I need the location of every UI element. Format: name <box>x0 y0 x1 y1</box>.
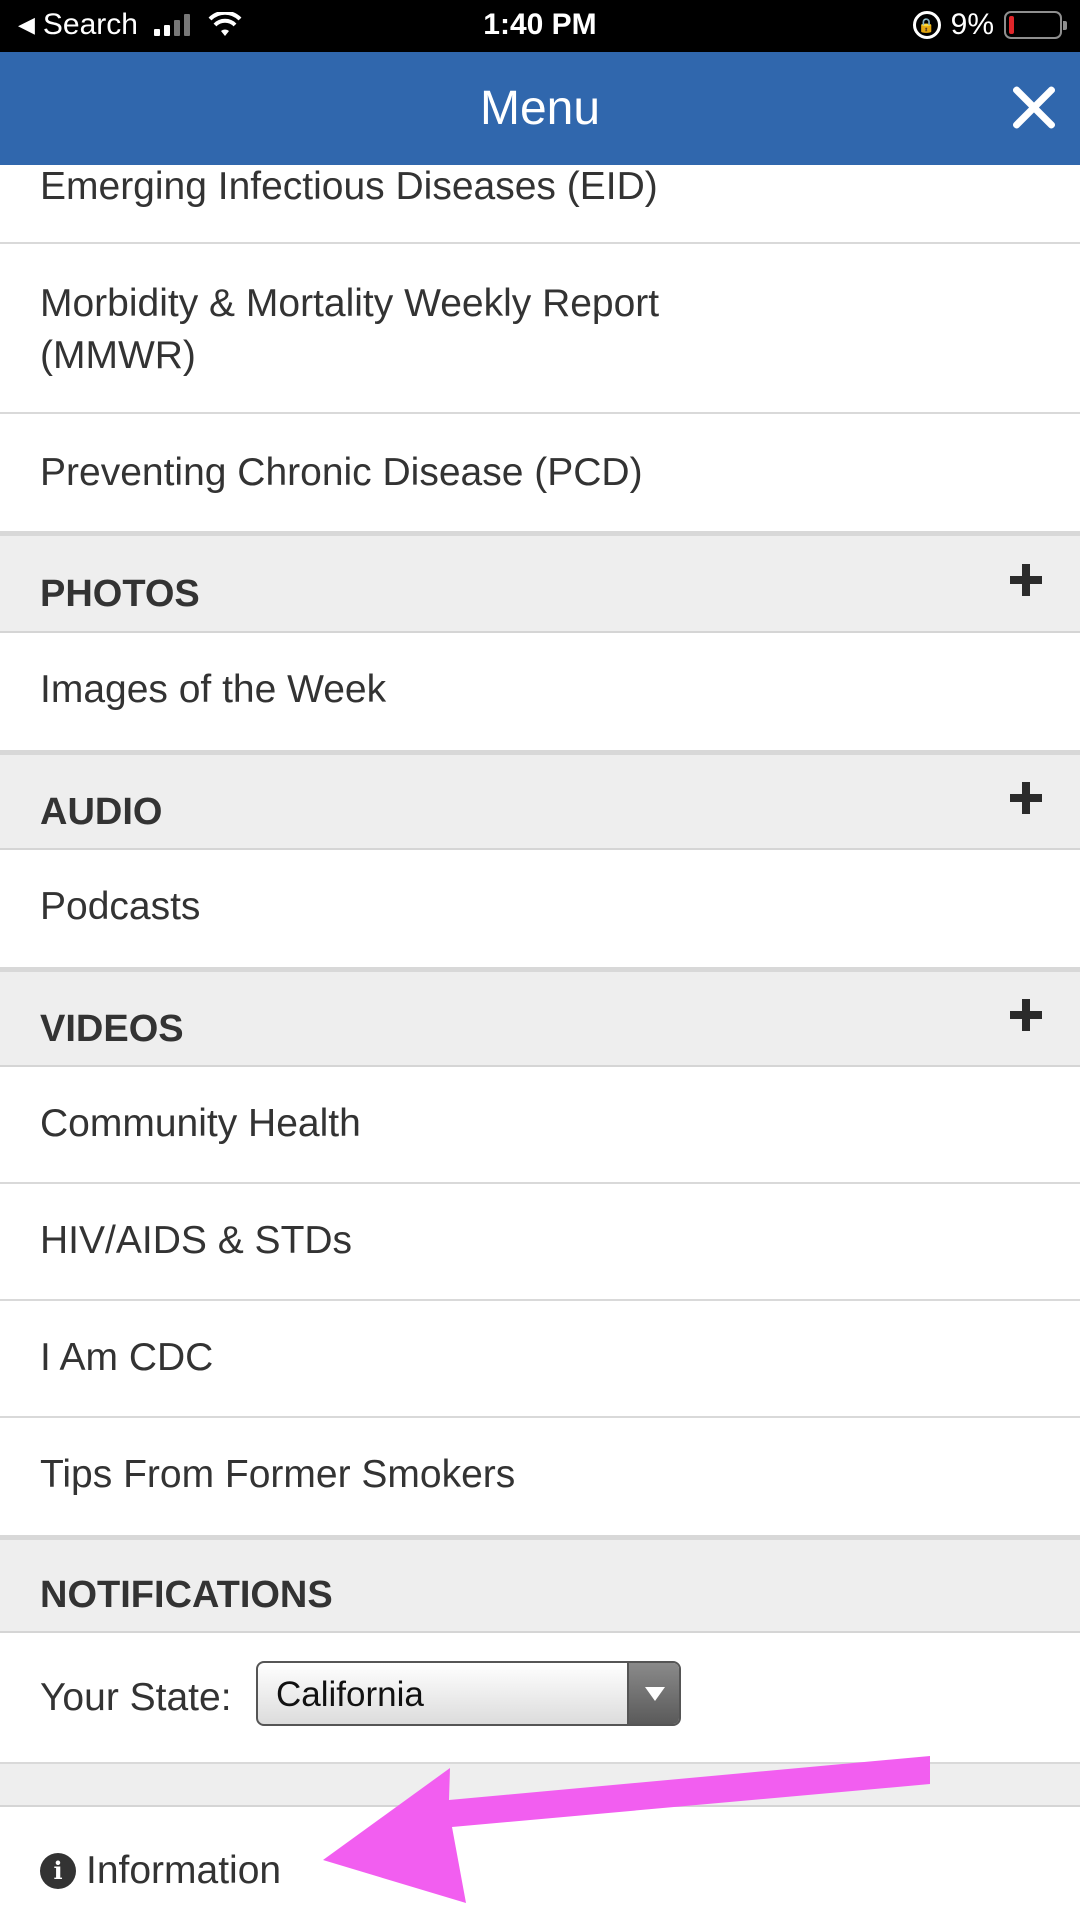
menu-item-label: Preventing Chronic Disease (PCD) <box>40 451 643 494</box>
section-divider <box>0 1764 1080 1807</box>
state-row: Your State: California <box>0 1633 1080 1764</box>
menu-item-hiv-aids-stds[interactable]: HIV/AIDS & STDs <box>0 1184 1080 1301</box>
section-label: VIDEOS <box>40 1008 184 1050</box>
section-notifications: NOTIFICATIONS <box>0 1535 1080 1633</box>
info-icon: i <box>40 1853 76 1889</box>
menu-item-label: Tips From Former Smokers <box>40 1453 516 1496</box>
section-label: AUDIO <box>40 791 163 833</box>
menu-item-mmwr[interactable]: Morbidity & Mortality Weekly Report (MMW… <box>0 244 1080 414</box>
menu-item-eid[interactable]: Emerging Infectious Diseases (EID) <box>0 165 1080 244</box>
state-label: Your State: <box>40 1676 232 1719</box>
menu-item-label: Podcasts <box>40 885 201 928</box>
menu-item-pcd[interactable]: Preventing Chronic Disease (PCD) <box>0 414 1080 531</box>
menu-item-podcasts[interactable]: Podcasts <box>0 850 1080 967</box>
section-videos[interactable]: VIDEOS <box>0 967 1080 1067</box>
state-select-value: California <box>276 1675 424 1714</box>
expand-plus-icon[interactable] <box>1010 564 1042 596</box>
menu-item-i-am-cdc[interactable]: I Am CDC <box>0 1301 1080 1418</box>
section-audio[interactable]: AUDIO <box>0 750 1080 850</box>
section-photos[interactable]: PHOTOS <box>0 531 1080 633</box>
menu-item-label: Morbidity & Mortality Weekly Report (MMW… <box>40 282 660 377</box>
dropdown-arrow-icon[interactable] <box>627 1663 679 1724</box>
expand-plus-icon[interactable] <box>1010 782 1042 814</box>
menu-item-label: Images of the Week <box>40 668 387 711</box>
menu-item-images-of-the-week[interactable]: Images of the Week <box>0 633 1080 750</box>
menu-item-label: HIV/AIDS & STDs <box>40 1219 353 1262</box>
menu-item-label: Community Health <box>40 1102 361 1145</box>
menu-item-information[interactable]: i Information <box>0 1807 1080 1920</box>
battery-icon <box>1004 11 1067 39</box>
status-bar: ◀ Search 1:40 PM 🔒 9% <box>0 0 1080 52</box>
menu-list: Emerging Infectious Diseases (EID) Morbi… <box>0 165 1080 1920</box>
menu-item-label: I Am CDC <box>40 1336 214 1379</box>
menu-item-tips-from-former-smokers[interactable]: Tips From Former Smokers <box>0 1418 1080 1535</box>
status-right: 🔒 9% <box>912 8 1067 42</box>
battery-fill <box>1009 16 1014 34</box>
state-select[interactable]: California <box>256 1661 681 1726</box>
orientation-lock-icon: 🔒 <box>912 11 941 39</box>
menu-item-label: Emerging Infectious Diseases (EID) <box>40 165 658 208</box>
battery-percent: 9% <box>950 8 994 41</box>
expand-plus-icon[interactable] <box>1010 999 1042 1031</box>
menu-item-community-health[interactable]: Community Health <box>0 1067 1080 1184</box>
section-label: PHOTOS <box>40 573 200 615</box>
menu-item-label: Information <box>86 1849 282 1892</box>
section-label: NOTIFICATIONS <box>40 1574 333 1616</box>
close-icon[interactable] <box>998 72 1070 144</box>
menu-header: Menu <box>0 52 1080 165</box>
page-title: Menu <box>479 82 601 135</box>
